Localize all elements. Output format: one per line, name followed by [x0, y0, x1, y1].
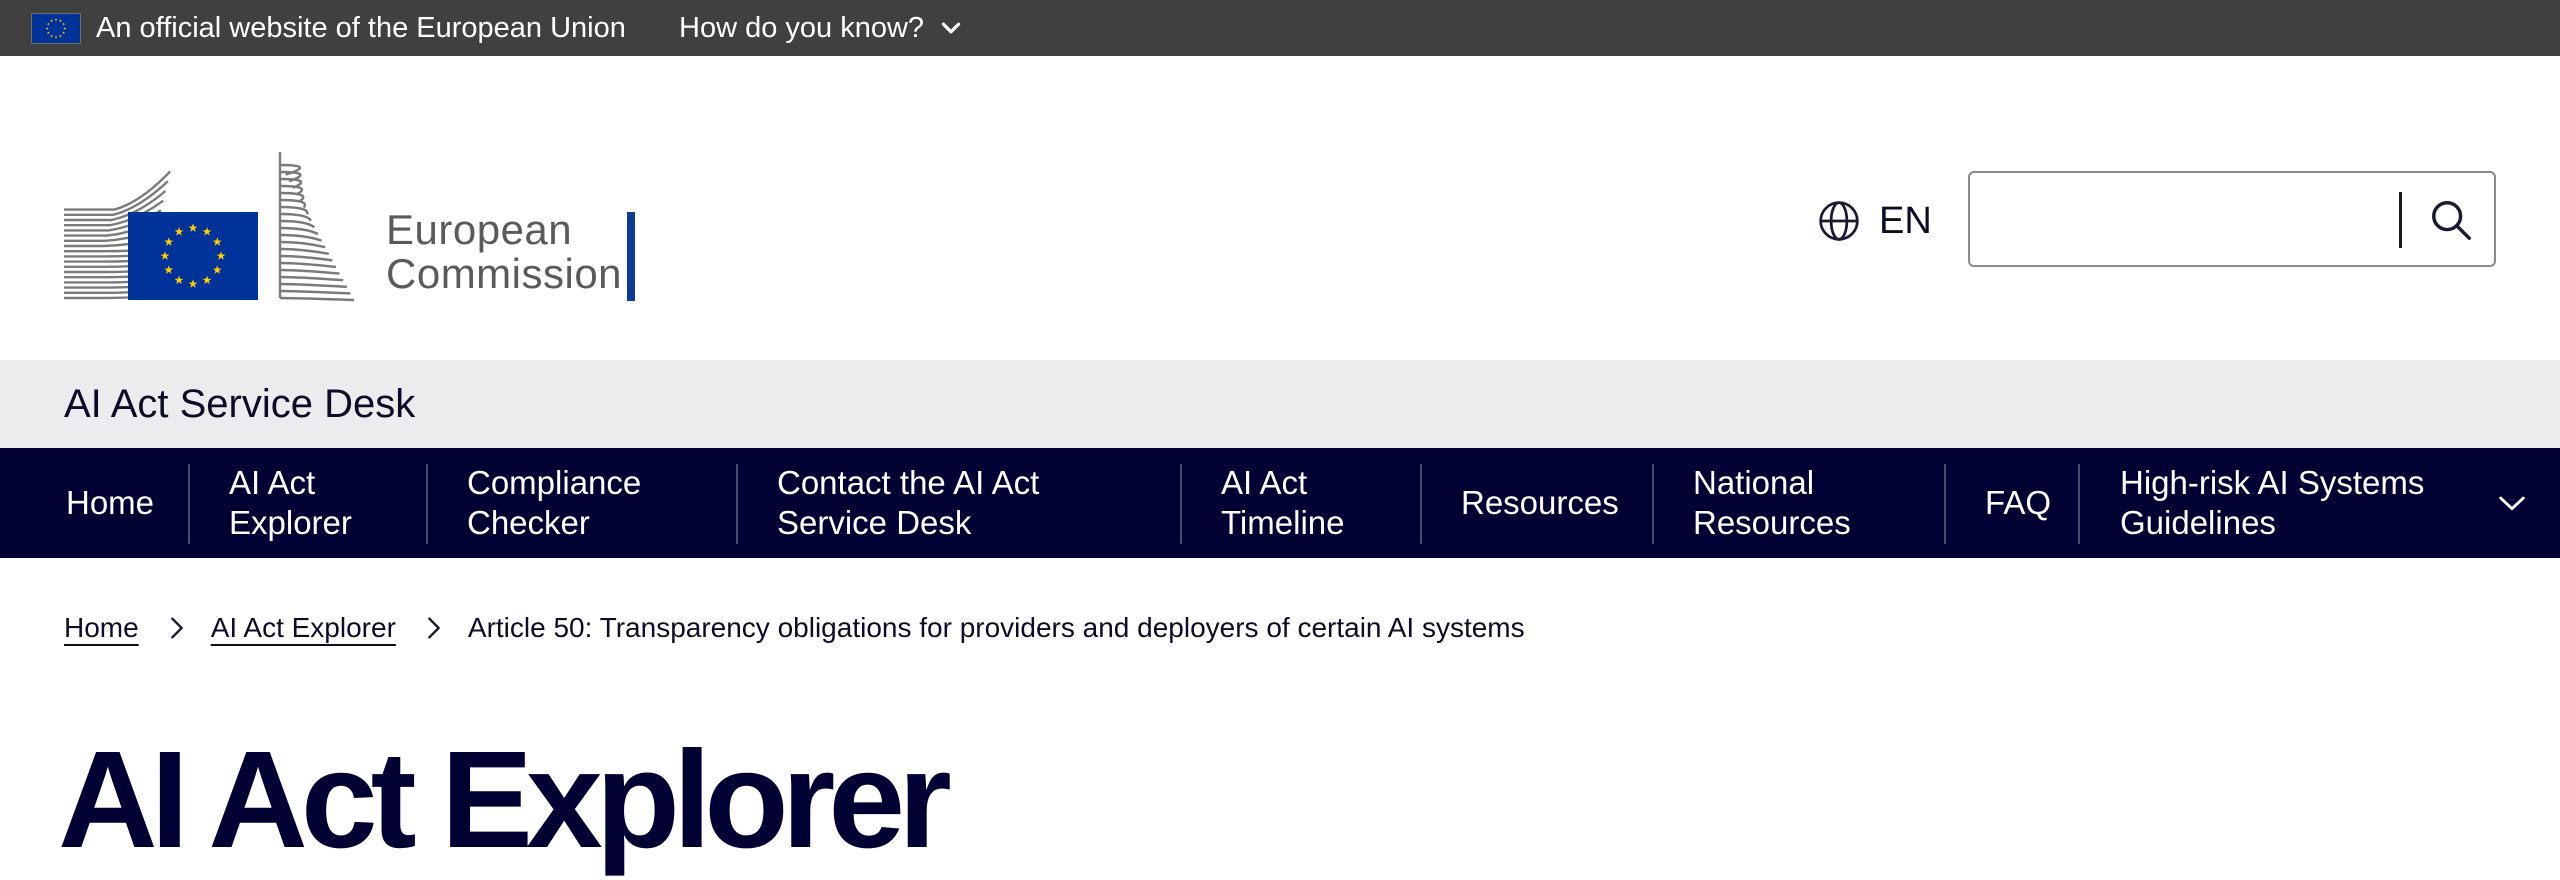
main-navigation: Home AI Act Explorer Compliance Checker …	[0, 448, 2560, 558]
nav-item-label: Compliance	[467, 464, 642, 501]
nav-divider	[426, 464, 428, 544]
search-icon	[2432, 201, 2471, 240]
nav-item-label: Resources	[1461, 484, 1619, 521]
logo-line-european: European	[386, 206, 573, 253]
nav-item-label: AI Act	[229, 464, 316, 501]
site-name-bar: AI Act Service Desk	[0, 360, 2560, 448]
nav-item-label: Home	[66, 484, 155, 521]
nav-item-ai-act-explorer[interactable]: AI Act Explorer	[229, 448, 352, 558]
nav-item-label: Timeline	[1221, 504, 1345, 541]
search-form	[1968, 171, 2496, 267]
nav-item-compliance-checker[interactable]: Compliance Checker	[467, 448, 641, 558]
nav-item-label: National	[1693, 464, 1815, 501]
search-text-caret	[2399, 192, 2402, 248]
nav-divider	[1652, 464, 1654, 544]
search-input[interactable]	[1976, 179, 2356, 259]
nav-divider	[2078, 464, 2080, 544]
nav-item-high-risk-guidelines[interactable]: High-risk AI Systems Guidelines	[2120, 448, 2424, 558]
nav-item-label: Service Desk	[777, 504, 972, 541]
how-do-you-know-toggle[interactable]: How do you know?	[679, 0, 964, 56]
breadcrumb-link-ai-act-explorer[interactable]: AI Act Explorer	[211, 612, 396, 644]
nav-item-label: Explorer	[229, 504, 352, 541]
logo-wordmark: European Commission	[386, 208, 622, 296]
logo-line-commission: Commission	[386, 250, 623, 297]
site-name[interactable]: AI Act Service Desk	[64, 360, 415, 448]
nav-item-label: AI Act	[1221, 464, 1308, 501]
breadcrumb-link-home[interactable]: Home	[64, 612, 139, 644]
nav-item-resources[interactable]: Resources	[1461, 448, 1619, 558]
nav-item-label: High-risk AI Systems	[2120, 464, 2425, 501]
nav-divider	[1420, 464, 1422, 544]
page-title: AI Act Explorer	[58, 723, 952, 877]
chevron-right-icon	[170, 617, 183, 639]
nav-divider	[1180, 464, 1182, 544]
nav-divider	[188, 464, 190, 544]
nav-item-contact-service-desk[interactable]: Contact the AI Act Service Desk	[777, 448, 1039, 558]
official-website-text: An official website of the European Unio…	[96, 12, 626, 44]
breadcrumb-current: Article 50: Transparency obligations for…	[467, 612, 1525, 643]
breadcrumb: Home AI Act Explorer Article 50: Transpa…	[64, 606, 1525, 650]
eu-official-banner: An official website of the European Unio…	[0, 0, 2560, 56]
nav-item-label: Checker	[467, 504, 590, 541]
eu-flag-icon	[31, 13, 81, 44]
nav-item-label: Contact the AI Act	[777, 464, 1040, 501]
nav-item-ai-act-timeline[interactable]: AI Act Timeline	[1221, 448, 1344, 558]
search-button[interactable]	[2410, 177, 2492, 263]
nav-more-chevron-down-icon[interactable]	[2495, 486, 2529, 520]
nav-item-home[interactable]: Home	[66, 448, 154, 558]
language-code: EN	[1879, 199, 1932, 242]
nav-divider	[1944, 464, 1946, 544]
how-do-you-know-label: How do you know?	[679, 11, 925, 44]
globe-icon	[1819, 201, 1859, 241]
nav-item-label: FAQ	[1985, 484, 2052, 521]
nav-item-label: Resources	[1693, 504, 1851, 541]
chevron-down-icon	[941, 22, 961, 34]
nav-item-national-resources[interactable]: National Resources	[1693, 448, 1851, 558]
logo-accent-bar	[627, 212, 635, 301]
nav-item-label: Guidelines	[2120, 504, 2276, 541]
nav-item-faq[interactable]: FAQ	[1985, 448, 2051, 558]
chevron-right-icon	[428, 617, 440, 639]
nav-divider	[736, 464, 738, 544]
language-selector[interactable]: EN	[1817, 196, 1932, 246]
